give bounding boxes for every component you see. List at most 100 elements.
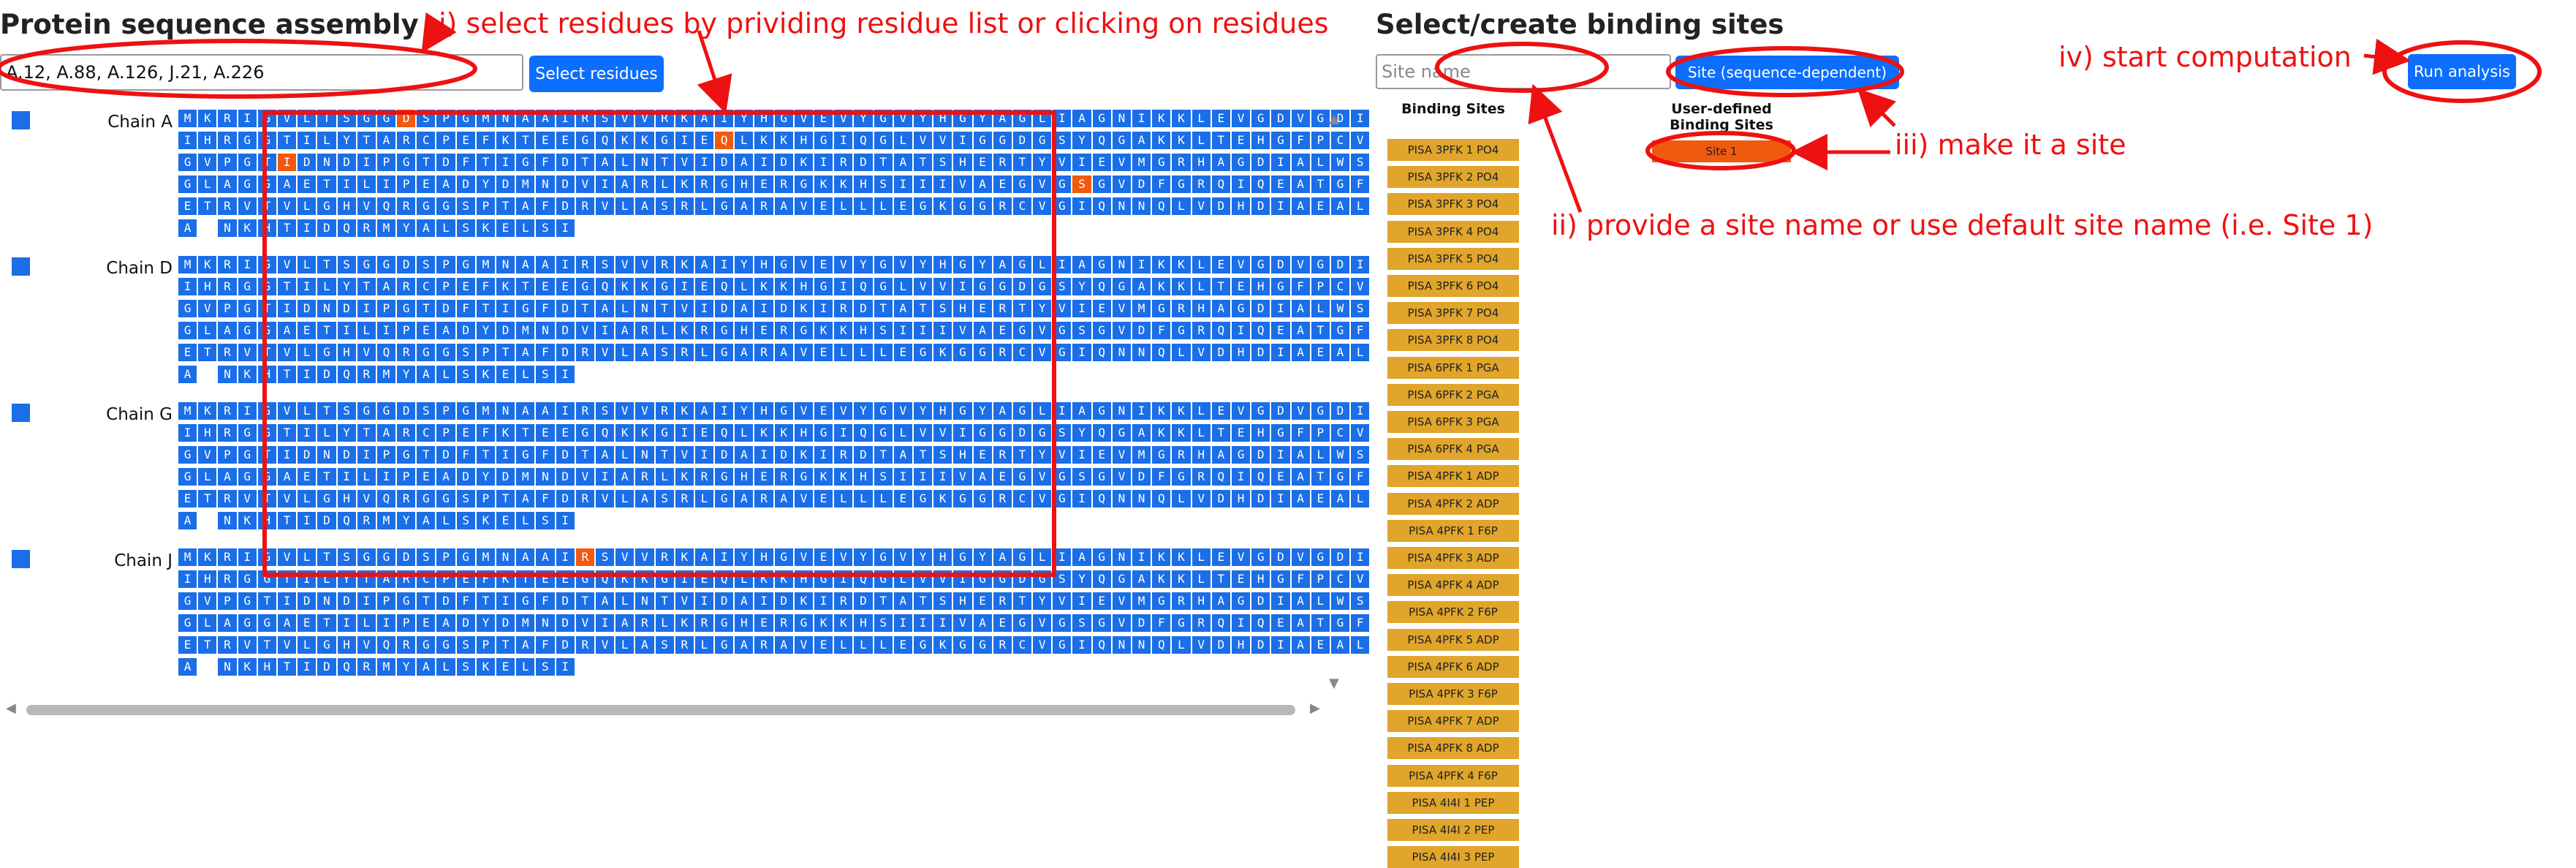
residue[interactable]: L (436, 219, 455, 237)
residue[interactable]: Y (1033, 154, 1052, 171)
residue[interactable]: K (238, 658, 257, 676)
residue[interactable]: Q (715, 570, 734, 588)
residue[interactable]: K (1172, 570, 1191, 588)
residue[interactable]: K (933, 636, 952, 654)
residue[interactable]: L (298, 197, 317, 215)
residue[interactable]: C (1330, 424, 1350, 442)
residue[interactable]: L (1351, 197, 1370, 215)
user-site-button[interactable]: Site 1 (1652, 140, 1791, 162)
residue[interactable]: Y (1072, 278, 1091, 295)
residue[interactable]: D (556, 468, 575, 486)
residue[interactable]: F (456, 154, 475, 171)
residue[interactable]: T (575, 154, 594, 171)
residue[interactable]: A (516, 548, 535, 566)
residue[interactable]: R (218, 278, 237, 295)
residue[interactable]: A (735, 446, 754, 464)
residue[interactable]: K (675, 256, 694, 273)
residue[interactable]: E (993, 614, 1012, 632)
residue[interactable]: E (178, 636, 197, 654)
residue[interactable]: G (715, 197, 734, 215)
residue[interactable]: Q (715, 278, 734, 295)
residue[interactable]: V (615, 256, 634, 273)
residue[interactable]: I (1053, 256, 1072, 273)
residue[interactable]: S (456, 219, 475, 237)
residue[interactable]: G (1053, 322, 1072, 339)
residue[interactable]: I (1351, 110, 1370, 127)
residue[interactable]: L (735, 424, 754, 442)
residue[interactable]: L (1172, 636, 1191, 654)
residue[interactable]: E (1231, 132, 1251, 149)
residue[interactable]: E (536, 132, 555, 149)
residue[interactable]: G (257, 256, 276, 273)
residue[interactable]: A (1072, 402, 1091, 420)
residue[interactable]: H (1231, 197, 1251, 215)
residue[interactable]: G (317, 197, 336, 215)
residue[interactable]: G (1311, 256, 1330, 273)
residue[interactable]: R (575, 110, 594, 127)
residue[interactable]: G (516, 446, 535, 464)
residue[interactable]: K (834, 176, 853, 193)
residue[interactable]: I (1132, 548, 1151, 566)
residue[interactable]: A (417, 512, 436, 529)
residue[interactable]: C (1330, 570, 1350, 588)
residue[interactable]: N (635, 446, 654, 464)
residue[interactable]: N (496, 402, 515, 420)
residue[interactable]: H (953, 446, 972, 464)
residue[interactable]: M (476, 110, 495, 127)
residue[interactable]: K (834, 614, 853, 632)
binding-site-button[interactable]: PISA 3PFK 8 PO4 (1387, 329, 1519, 352)
residue[interactable]: R (635, 468, 654, 486)
residue[interactable]: I (694, 446, 714, 464)
residue[interactable]: M (376, 366, 396, 383)
residue[interactable]: A (615, 176, 634, 193)
residue[interactable]: F (1152, 322, 1171, 339)
residue[interactable]: G (1271, 570, 1290, 588)
residue[interactable]: A (635, 197, 654, 215)
residue[interactable]: A (277, 322, 297, 339)
residue[interactable]: I (754, 592, 773, 610)
residue[interactable]: T (496, 636, 515, 654)
residue[interactable]: V (953, 322, 972, 339)
residue[interactable]: V (575, 176, 594, 193)
residue[interactable]: K (814, 468, 833, 486)
residue[interactable]: K (496, 424, 515, 442)
residue[interactable]: I (298, 570, 317, 588)
residue[interactable]: V (1033, 636, 1052, 654)
residue[interactable]: A (595, 446, 615, 464)
residue[interactable]: K (496, 132, 515, 149)
residue[interactable]: R (218, 490, 237, 507)
residue[interactable]: V (238, 636, 257, 654)
residue[interactable]: G (376, 256, 396, 273)
residue[interactable]: G (1152, 154, 1171, 171)
residue[interactable]: L (854, 636, 873, 654)
residue[interactable]: R (694, 322, 714, 339)
residue[interactable]: H (794, 132, 813, 149)
residue[interactable]: V (913, 132, 933, 149)
residue[interactable]: Q (1092, 570, 1111, 588)
residue[interactable]: L (1192, 424, 1211, 442)
residue[interactable]: D (1271, 256, 1290, 273)
residue[interactable]: K (496, 570, 515, 588)
residue[interactable]: S (655, 636, 674, 654)
residue[interactable]: A (973, 468, 992, 486)
residue[interactable]: F (476, 278, 495, 295)
residue[interactable]: V (913, 278, 933, 295)
residue[interactable]: A (436, 322, 455, 339)
residue[interactable]: G (874, 424, 893, 442)
residue[interactable]: D (854, 446, 873, 464)
residue[interactable]: R (357, 219, 376, 237)
scroll-up-icon[interactable]: ▲ (1329, 111, 1339, 127)
residue[interactable]: A (993, 256, 1012, 273)
residue[interactable]: A (376, 570, 396, 588)
residue-selected[interactable]: R (575, 548, 594, 566)
residue[interactable]: R (357, 512, 376, 529)
residue[interactable]: E (893, 197, 912, 215)
residue[interactable]: V (1033, 197, 1052, 215)
residue[interactable]: V (615, 402, 634, 420)
residue[interactable]: T (198, 344, 217, 361)
residue[interactable]: E (694, 570, 714, 588)
residue[interactable]: T (516, 424, 535, 442)
residue[interactable]: N (536, 614, 555, 632)
residue[interactable]: L (854, 490, 873, 507)
residue[interactable]: V (1192, 344, 1211, 361)
